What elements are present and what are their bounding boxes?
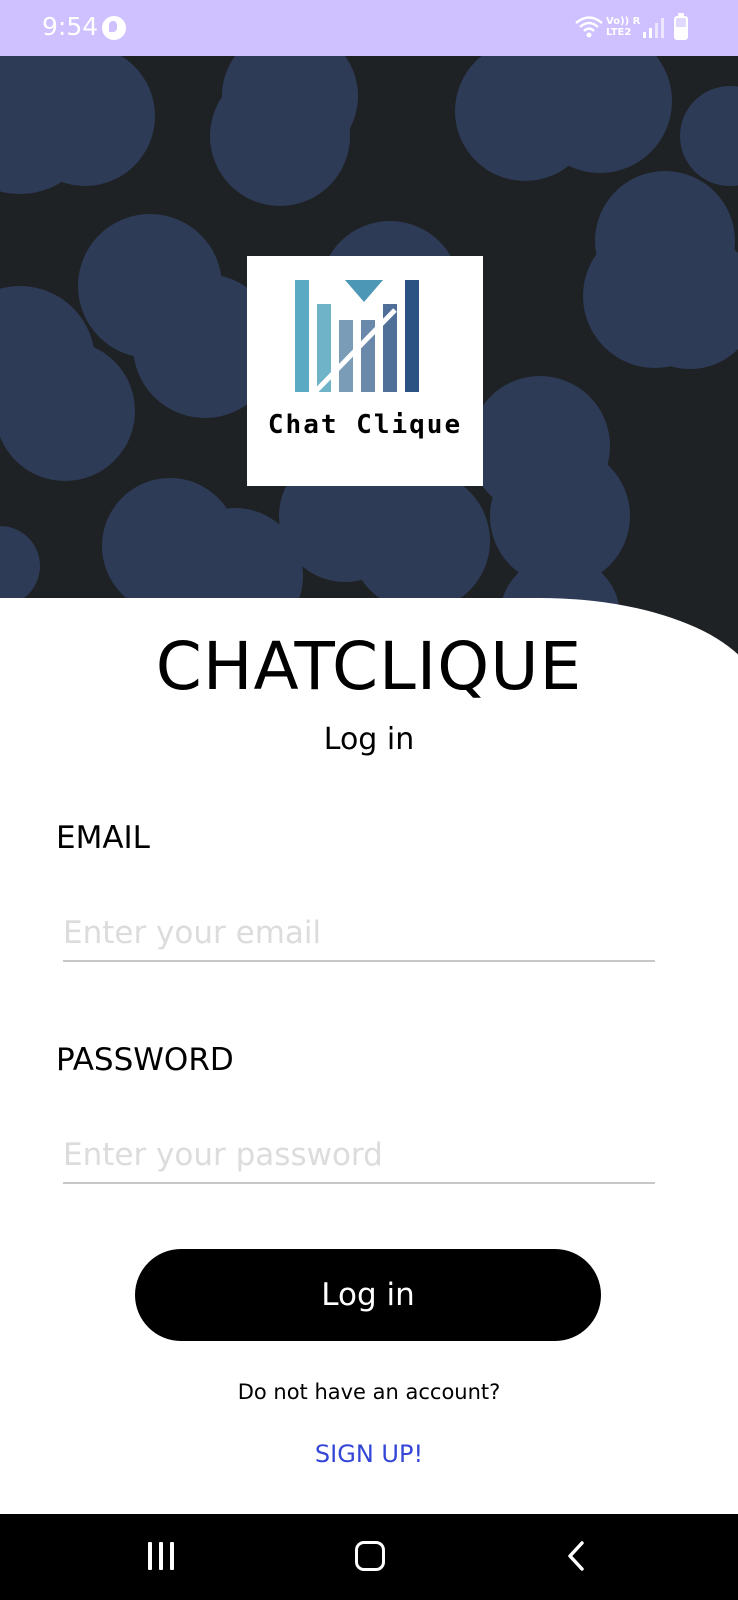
logo-text: Chat Clique (267, 410, 463, 440)
password-label: PASSWORD (56, 1042, 234, 1078)
system-navigation-bar (0, 1514, 738, 1600)
status-bar: 9:54 Vo)) R LTE2 (0, 0, 738, 56)
app-notification-icon (102, 16, 126, 40)
network-type-line2: LTE2 (606, 27, 632, 38)
email-input[interactable] (63, 906, 655, 962)
status-time: 9:54 (42, 12, 99, 41)
network-type-label: Vo)) R LTE2 (606, 16, 640, 38)
recent-apps-icon[interactable] (148, 1542, 178, 1570)
status-icons: Vo)) R LTE2 (574, 13, 694, 42)
back-icon[interactable] (566, 1540, 586, 1572)
wifi-icon (575, 16, 603, 38)
password-input[interactable] (63, 1128, 655, 1184)
email-label: EMAIL (56, 820, 150, 856)
network-type-line1: Vo)) R (606, 16, 641, 27)
logo-bars-icon (295, 280, 419, 392)
battery-icon (674, 13, 688, 40)
signup-link[interactable]: SIGN UP! (0, 1440, 738, 1468)
app-title: CHATCLIQUE (155, 628, 583, 705)
page-subtitle: Log in (323, 722, 415, 757)
home-icon[interactable] (355, 1541, 385, 1571)
app-logo: Chat Clique (247, 256, 483, 486)
login-button[interactable]: Log in (135, 1249, 601, 1341)
signal-icon (643, 18, 664, 38)
no-account-text: Do not have an account? (237, 1380, 501, 1404)
